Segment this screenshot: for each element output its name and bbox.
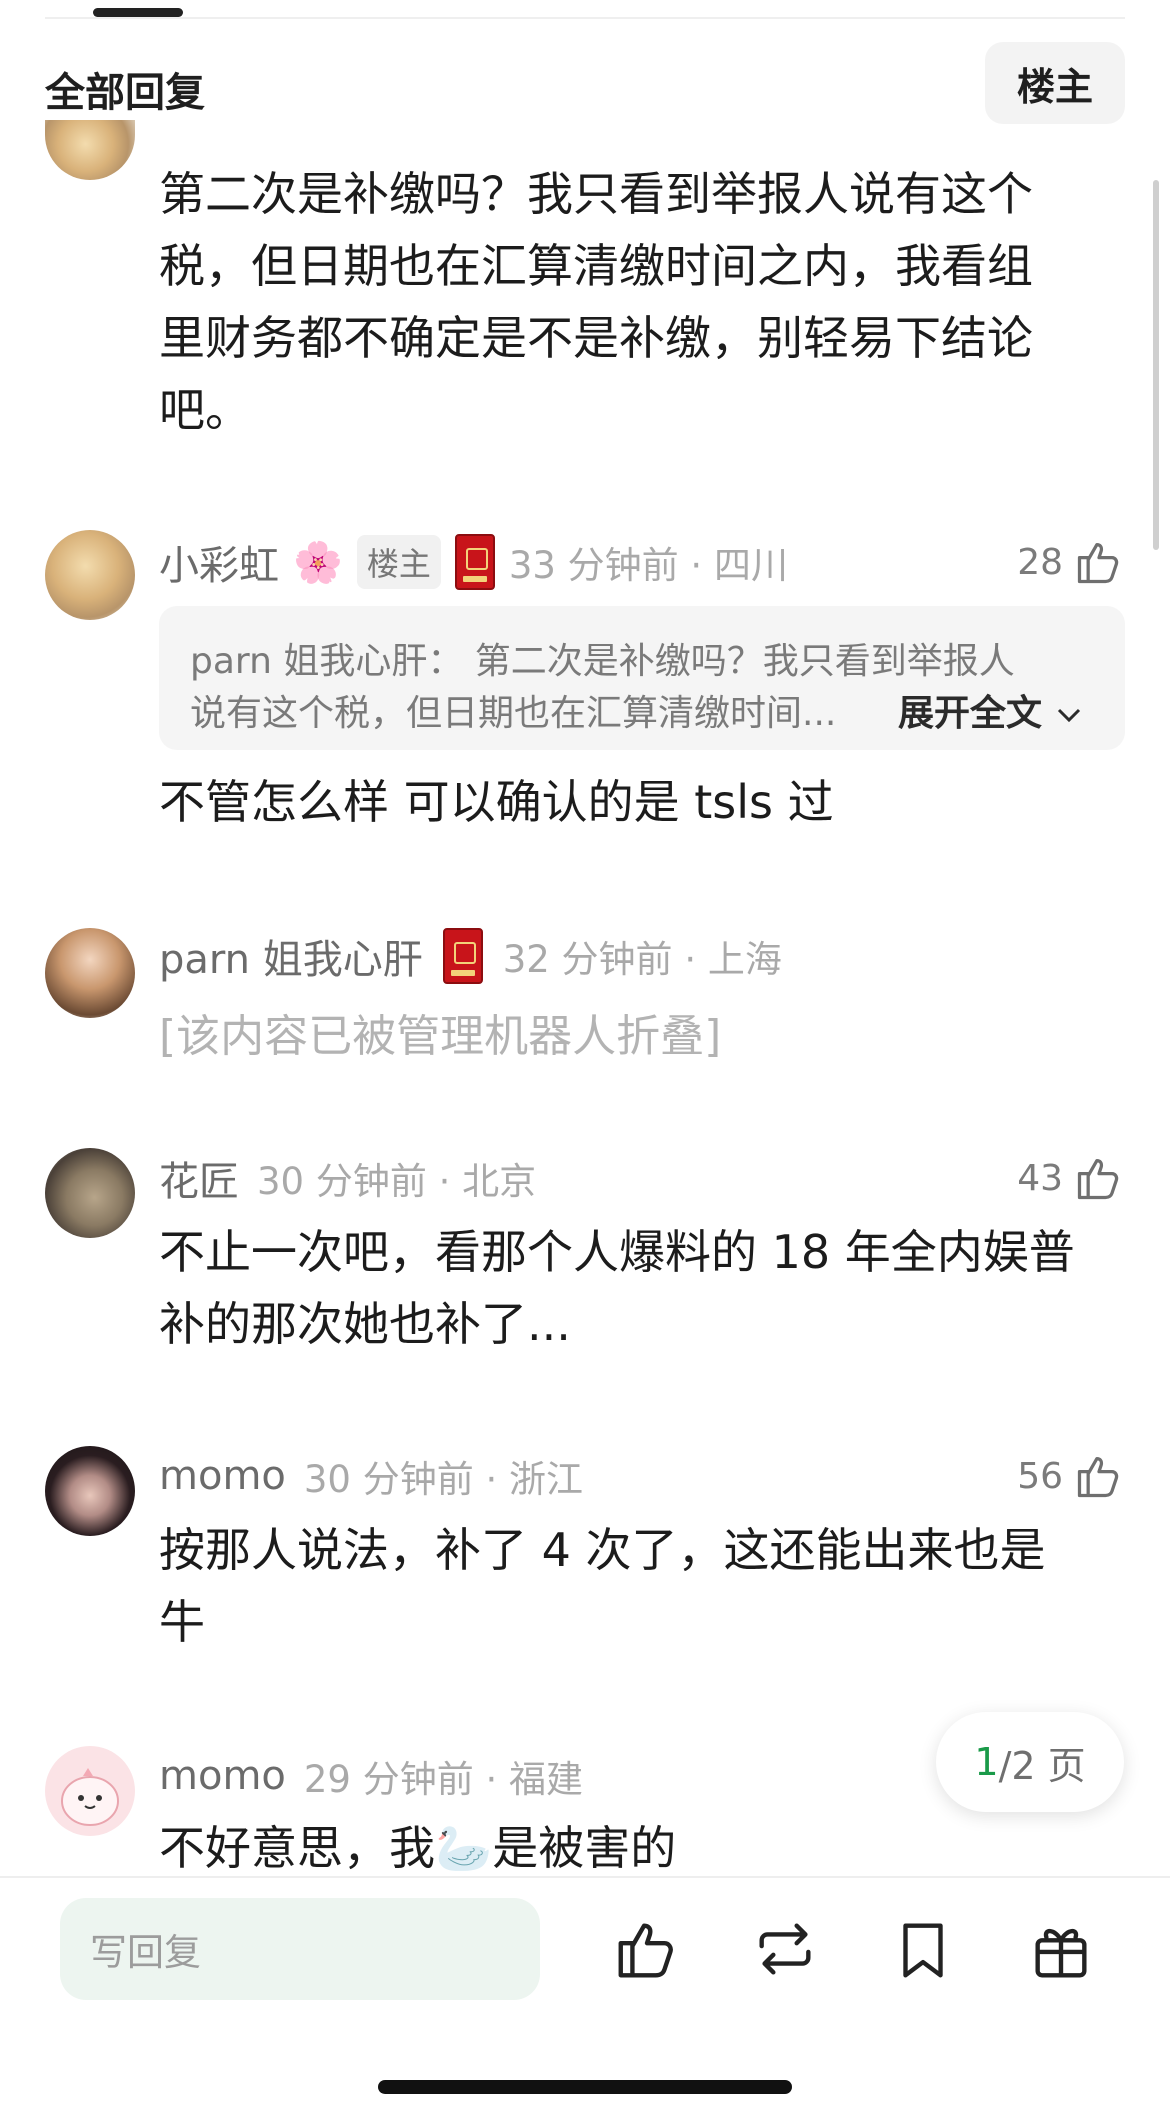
time-location: 33 分钟前 · 四川 [508, 544, 788, 587]
folded-notice[interactable]: [该内容已被管理机器人折叠] [159, 1000, 721, 1064]
page-total: /2 页 [998, 1743, 1086, 1788]
comment-line: 按那人说法，补了 4 次了，这还能出来也是 [159, 1523, 1046, 1577]
thumbs-up-icon [1077, 1159, 1119, 1200]
like-button[interactable]: 43 [960, 1148, 1125, 1208]
avatar[interactable] [45, 1746, 135, 1836]
gift-icon[interactable] [1026, 1914, 1096, 1984]
like-button[interactable]: 28 [960, 532, 1125, 592]
avatar[interactable] [45, 120, 135, 180]
time-location: 29 分钟前 · 福建 [303, 1758, 584, 1801]
username[interactable]: momo [159, 1453, 286, 1499]
top-handle [93, 8, 183, 17]
repost-icon[interactable] [750, 1914, 820, 1984]
comment-text: 不好意思，我 [159, 1821, 435, 1875]
comment-line: 补的那次她也补了... [159, 1297, 571, 1351]
comment-header: momo 30 分钟前 · 浙江 [159, 1446, 583, 1506]
time-location: 30 分钟前 · 北京 [257, 1160, 537, 1203]
comment-body: 按那人说法，补了 4 次了，这还能出来也是 牛 [159, 1514, 1119, 1658]
like-count: 43 [1017, 1157, 1063, 1199]
avatar[interactable] [45, 1446, 135, 1536]
like-count: 56 [1017, 1455, 1063, 1497]
time-location: 30 分钟前 · 浙江 [303, 1458, 584, 1501]
time-location: 32 分钟前 · 上海 [502, 938, 782, 981]
username[interactable]: parn 姐我心肝 [159, 927, 423, 985]
quoted-text: parn 姐我心肝： 第二次是补缴吗？我只看到举报人 [190, 641, 1015, 682]
page-indicator[interactable]: 1/2 页 [936, 1712, 1124, 1812]
username[interactable]: momo [159, 1753, 286, 1799]
comment-line: 不止一次吧，看那个人爆料的 18 年全内娱普 [159, 1225, 1075, 1279]
page-title: 全部回复 [45, 70, 205, 116]
scrollbar[interactable] [1153, 180, 1159, 550]
red-book-icon [454, 534, 495, 590]
comment-line: 税，但日期也在汇算清缴时间之内，我看组 [159, 239, 1033, 293]
chevron-down-icon [1057, 708, 1080, 723]
comment-body: 第二次是补缴吗？我只看到举报人说有这个 税，但日期也在汇算清缴时间之内，我看组 … [159, 158, 1119, 446]
comment-text: 是被害的 [492, 1821, 677, 1875]
cute-blob-avatar-icon [61, 1768, 119, 1826]
avatar[interactable] [45, 1148, 135, 1238]
comment-body: 不管怎么样 可以确认的是 tsls 过 [159, 775, 834, 829]
quoted-text: 说有这个税，但日期也在汇算清缴时间... [190, 693, 837, 734]
comment-body: 不好意思，我🦢是被害的 [159, 1812, 676, 1884]
top-divider [45, 17, 1125, 19]
comment-line: 牛 [159, 1595, 205, 1649]
home-indicator [378, 2080, 792, 2094]
thumbs-up-icon [1077, 1457, 1119, 1498]
comment-header: momo 29 分钟前 · 福建 [159, 1746, 583, 1806]
thumbs-up-icon [1077, 543, 1119, 584]
current-page: 1 [974, 1740, 999, 1784]
op-only-filter-button[interactable]: 楼主 [985, 42, 1125, 124]
expand-full-text-link[interactable]: 展开全文 [898, 684, 1083, 736]
comment-line: 吧。 [159, 383, 251, 437]
comment-header: parn 姐我心肝 32 分钟前 · 上海 [159, 926, 782, 986]
like-button[interactable]: 56 [960, 1446, 1125, 1506]
swan-icon: 🦢 [435, 1821, 493, 1875]
avatar[interactable] [45, 530, 135, 620]
avatar[interactable] [45, 928, 135, 1018]
username[interactable]: 花匠 [159, 1149, 239, 1207]
comment-header: 小彩虹 🌸 楼主 33 分钟前 · 四川 [159, 532, 788, 592]
comment-line: 第二次是补缴吗？我只看到举报人说有这个 [159, 167, 1033, 221]
flower-icon: 🌸 [293, 539, 343, 586]
reply-input[interactable]: 写回复 [60, 1898, 540, 2000]
like-icon[interactable] [612, 1914, 682, 1984]
expand-label: 展开全文 [898, 693, 1043, 734]
comment-body: 不止一次吧，看那个人爆料的 18 年全内娱普 补的那次她也补了... [159, 1216, 1119, 1360]
red-book-icon [442, 928, 483, 984]
comment-line: 里财务都不确定是不是补缴，别轻易下结论 [159, 311, 1033, 365]
like-count: 28 [1017, 541, 1063, 583]
bookmark-icon[interactable] [888, 1914, 958, 1984]
username[interactable]: 小彩虹 [159, 533, 279, 591]
op-badge: 楼主 [356, 535, 441, 589]
comment-header: 花匠 30 分钟前 · 北京 [159, 1148, 536, 1208]
